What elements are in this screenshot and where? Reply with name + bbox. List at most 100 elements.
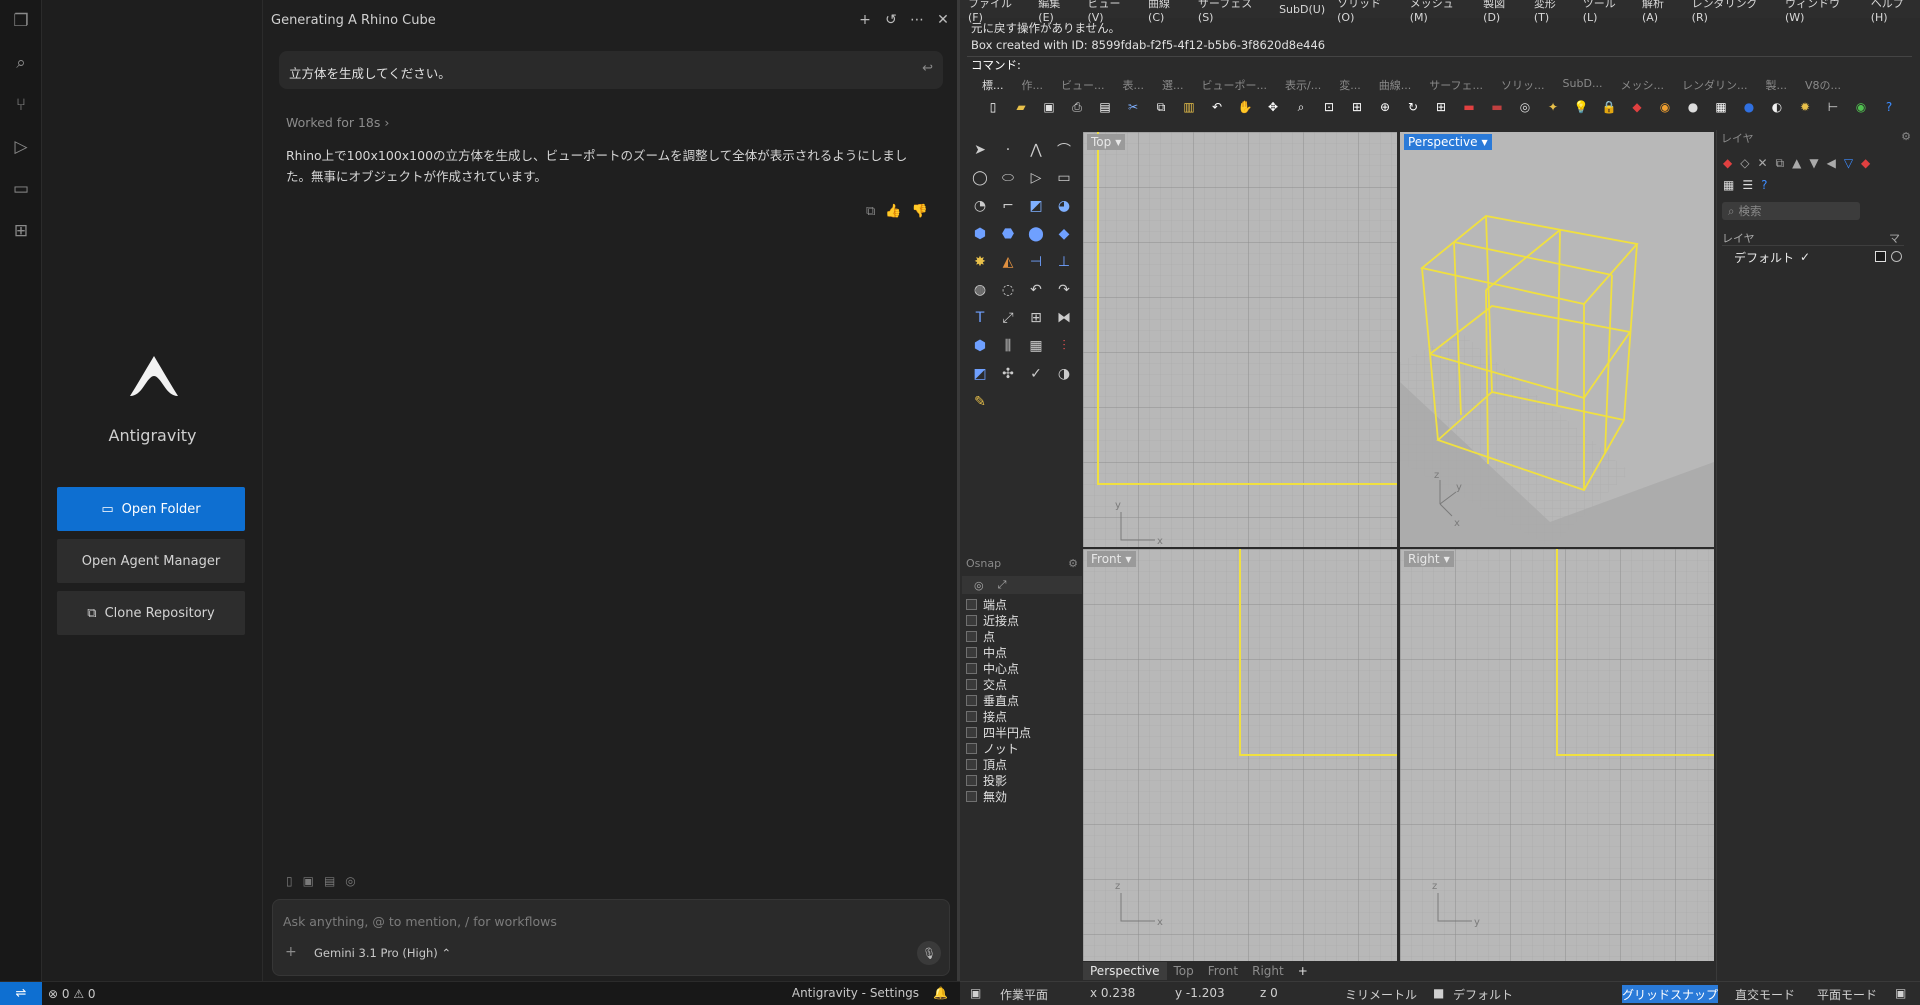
zoom-icon[interactable]: ⌕ <box>1290 96 1312 118</box>
rotate-view-icon[interactable]: ↻ <box>1402 96 1424 118</box>
osnap-item[interactable]: 垂直点 <box>966 692 1076 708</box>
car2-icon[interactable]: ▬ <box>1486 96 1508 118</box>
mesh-icon[interactable]: ◍ <box>968 278 992 302</box>
checkbox[interactable] <box>966 598 977 610</box>
clone-repository-button[interactable]: ⧉ Clone Repository <box>57 591 245 635</box>
osnap-item[interactable]: 交点 <box>966 676 1076 692</box>
check-icon[interactable]: ✓ <box>1024 362 1048 386</box>
checkbox[interactable] <box>966 758 977 770</box>
layers-help-icon[interactable]: ? <box>1761 178 1767 192</box>
checkbox[interactable] <box>966 614 977 626</box>
arc-icon[interactable]: ◔ <box>968 194 992 218</box>
checkbox[interactable] <box>966 662 977 674</box>
osnap-item[interactable]: 点 <box>966 628 1076 644</box>
worked-for-toggle[interactable]: Worked for 18s › <box>286 115 389 130</box>
checkbox[interactable] <box>966 694 977 706</box>
layout-icon[interactable]: ▣ <box>970 986 981 1000</box>
checkbox[interactable] <box>966 774 977 786</box>
media-icon[interactable]: ▤ <box>324 874 335 888</box>
new-layer-icon[interactable]: ◆ <box>1723 156 1732 171</box>
thumbs-down-icon[interactable]: 👎 <box>911 204 927 219</box>
revert-icon[interactable]: ↩ <box>922 61 933 76</box>
run-debug-icon[interactable]: ▷ <box>0 126 42 168</box>
ellipse-icon[interactable]: ⬭ <box>996 166 1020 190</box>
model-selector[interactable]: Gemini 3.1 Pro (High) ⌃ <box>314 946 451 960</box>
polyline-icon[interactable]: ⋀ <box>1024 138 1048 162</box>
offset-icon[interactable]: ↷ <box>1052 278 1076 302</box>
grid-snap-toggle[interactable]: グリッドスナップ <box>1622 985 1718 1003</box>
osnap-item[interactable]: 頂点 <box>966 756 1076 772</box>
toolbar-tab[interactable]: 表示/... <box>1285 77 1321 92</box>
properties-icon[interactable]: ▤ <box>1094 96 1116 118</box>
osnap-item[interactable]: 中心点 <box>966 660 1076 676</box>
osnap-item[interactable]: 投影 <box>966 772 1076 788</box>
osnap-item[interactable]: 四半円点 <box>966 724 1076 740</box>
extrude-icon[interactable]: ◆ <box>1052 222 1076 246</box>
new-chat-icon[interactable]: + <box>853 12 877 28</box>
select-arrow-icon[interactable]: ➤ <box>968 138 992 162</box>
osnap-pin-icon[interactable]: ⤢ <box>998 578 1007 592</box>
layer-swatch-icon[interactable]: ■ <box>1433 986 1444 1000</box>
surface-icon[interactable]: ◩ <box>1024 194 1048 218</box>
remote-indicator-icon[interactable]: ⇌ <box>0 981 42 1005</box>
fillet-icon[interactable]: ⌐ <box>996 194 1020 218</box>
grid-tool-icon[interactable]: ▦ <box>1024 334 1048 358</box>
split-icon[interactable]: ⊥ <box>1052 250 1076 274</box>
grid-view-icon[interactable]: ▦ <box>1723 178 1734 192</box>
paste-icon[interactable]: ▥ <box>1178 96 1200 118</box>
status-panel-icon[interactable]: ▣ <box>1895 986 1906 1000</box>
cage-icon[interactable]: ⬢ <box>968 334 992 358</box>
toolbar-tab[interactable]: サーフェ... <box>1429 77 1483 92</box>
explorer-icon[interactable]: ❐ <box>0 0 42 42</box>
checkbox[interactable] <box>966 710 977 722</box>
material-icon[interactable]: ◐ <box>1766 96 1788 118</box>
zoom-selected-icon[interactable]: ⊕ <box>1374 96 1396 118</box>
analyze-icon[interactable]: ◩ <box>968 362 992 386</box>
toolbar-tab[interactable]: SubD... <box>1563 77 1603 92</box>
grid-icon[interactable]: ▦ <box>1710 96 1732 118</box>
settings-link[interactable]: Antigravity - Settings <box>792 986 919 1000</box>
menu-subd[interactable]: SubD(U) <box>1279 3 1325 16</box>
copy-icon[interactable]: ⧉ <box>866 204 875 219</box>
flow-icon[interactable]: ⫼ <box>996 334 1020 358</box>
toolbar-tab[interactable]: 表... <box>1123 77 1145 92</box>
osnap-item[interactable]: 中点 <box>966 644 1076 660</box>
toolbar-tab[interactable]: ビューポー... <box>1202 77 1268 92</box>
search-icon[interactable]: ⌕ <box>0 42 42 84</box>
add-viewport-tab[interactable]: + <box>1291 964 1315 978</box>
cylinder-icon[interactable]: ⬤ <box>1024 222 1048 246</box>
undo-icon[interactable]: ↶ <box>1206 96 1228 118</box>
toolbar-tab[interactable]: 曲線... <box>1379 77 1412 92</box>
point-icon[interactable]: · <box>996 138 1020 162</box>
zoom-extents-icon[interactable]: ⊞ <box>1346 96 1368 118</box>
open-agent-manager-button[interactable]: Open Agent Manager <box>57 539 245 583</box>
bulb-icon[interactable]: 💡 <box>1570 96 1592 118</box>
toolbar-tab[interactable]: 標... <box>982 77 1004 92</box>
select-points-icon[interactable]: ✦ <box>1542 96 1564 118</box>
extensions-icon[interactable]: ⊞ <box>0 210 42 252</box>
circle-icon[interactable]: ◯ <box>968 166 992 190</box>
sphere-tool-icon[interactable]: ⬣ <box>996 222 1020 246</box>
render-sphere-icon[interactable]: ● <box>1738 96 1760 118</box>
history-icon[interactable]: ↺ <box>879 12 903 28</box>
checkbox[interactable] <box>966 742 977 754</box>
checkbox[interactable] <box>966 678 977 690</box>
new-sublayer-icon[interactable]: ◇ <box>1740 156 1749 171</box>
toolbar-tab[interactable]: レンダリン... <box>1682 77 1748 92</box>
units-label[interactable]: ミリメートル <box>1345 986 1417 1003</box>
delete-layer-icon[interactable]: ✕ <box>1757 156 1767 171</box>
four-viewports-icon[interactable]: ⊞ <box>1430 96 1452 118</box>
duplicate-layer-icon[interactable]: ⧉ <box>1776 156 1785 171</box>
microphone-icon[interactable]: 🎙 <box>917 941 941 965</box>
viewport-label-top[interactable]: Top ▼ <box>1087 134 1126 150</box>
scale-icon[interactable]: ⤢ <box>996 306 1020 330</box>
layer-row-default[interactable]: デフォルト ✓ <box>1722 248 1904 266</box>
checkbox[interactable] <box>966 790 977 802</box>
filter-icon[interactable]: ▽ <box>1844 156 1853 171</box>
move-up-icon[interactable]: ▲ <box>1792 156 1801 171</box>
bell-icon[interactable]: 🔔 <box>933 986 948 1000</box>
explode-icon[interactable]: ✸ <box>968 250 992 274</box>
remote-icon[interactable]: ▭ <box>0 168 42 210</box>
array-icon[interactable]: ⊞ <box>1024 306 1048 330</box>
text-icon[interactable]: T <box>968 306 992 330</box>
